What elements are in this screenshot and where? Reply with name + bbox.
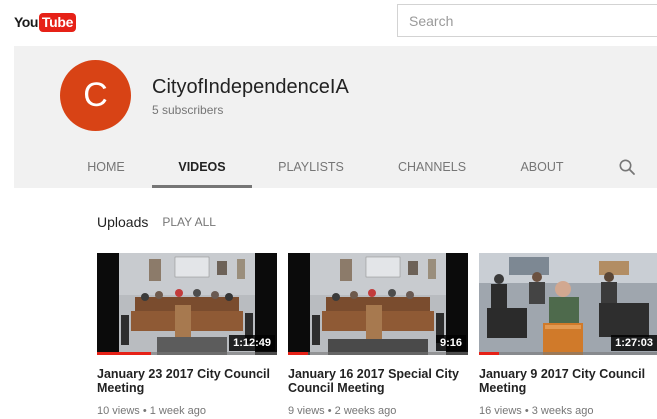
video-duration: 1:12:49 — [229, 335, 275, 351]
watch-progress-fill — [479, 352, 499, 355]
tab-playlists[interactable]: PLAYLISTS — [276, 146, 346, 188]
channel-avatar[interactable]: C — [60, 60, 131, 131]
tab-home[interactable]: HOME — [84, 146, 128, 188]
search-input[interactable] — [398, 12, 657, 29]
video-thumbnail[interactable]: 1:12:49 — [97, 253, 277, 355]
tab-channels[interactable]: CHANNELS — [395, 146, 469, 188]
video-meta: 9 views • 2 weeks ago — [288, 405, 397, 417]
video-card[interactable]: 1:27:03 January 9 2017 City Council Meet… — [479, 253, 657, 417]
search-box[interactable] — [397, 4, 657, 37]
video-card[interactable]: 9:16 January 16 2017 Special City Counci… — [288, 253, 468, 417]
watch-progress-bar — [97, 352, 277, 355]
uploads-header: Uploads PLAY ALL — [97, 213, 216, 231]
video-title[interactable]: January 23 2017 City Council Meeting — [97, 367, 273, 395]
subscriber-count: 5 subscribers — [152, 103, 224, 117]
watch-progress-bar — [479, 352, 657, 355]
youtube-logo[interactable]: You Tube — [14, 11, 77, 33]
masthead: You Tube — [0, 0, 657, 44]
video-duration: 9:16 — [435, 335, 466, 351]
channel-tabs: HOME VIDEOS PLAYLISTS CHANNELS ABOUT — [14, 146, 657, 188]
channel-name[interactable]: CityofIndependenceIA — [152, 76, 349, 99]
video-title[interactable]: January 9 2017 City Council Meeting — [479, 367, 655, 395]
watch-progress-bar — [288, 352, 468, 355]
video-meta: 10 views • 1 week ago — [97, 405, 207, 417]
logo-tube-text: Tube — [38, 12, 77, 32]
video-thumbnail[interactable]: 9:16 — [288, 253, 468, 355]
video-duration: 1:27:03 — [611, 335, 657, 351]
video-thumbnail[interactable]: 1:27:03 — [479, 253, 657, 355]
uploads-title[interactable]: Uploads — [97, 214, 148, 230]
channel-search-icon[interactable] — [618, 158, 636, 176]
video-card[interactable]: 1:12:49 January 23 2017 City Council Mee… — [97, 253, 277, 417]
video-title[interactable]: January 16 2017 Special City Council Mee… — [288, 367, 464, 395]
tab-videos[interactable]: VIDEOS — [152, 146, 252, 188]
video-meta: 16 views • 3 weeks ago — [479, 405, 594, 417]
watch-progress-fill — [97, 352, 151, 355]
tab-about[interactable]: ABOUT — [518, 146, 566, 188]
watch-progress-fill — [288, 352, 308, 355]
channel-header: C CityofIndependenceIA 5 subscribers HOM… — [14, 46, 657, 188]
play-all-button[interactable]: PLAY ALL — [162, 215, 216, 229]
logo-you-text: You — [14, 14, 38, 30]
